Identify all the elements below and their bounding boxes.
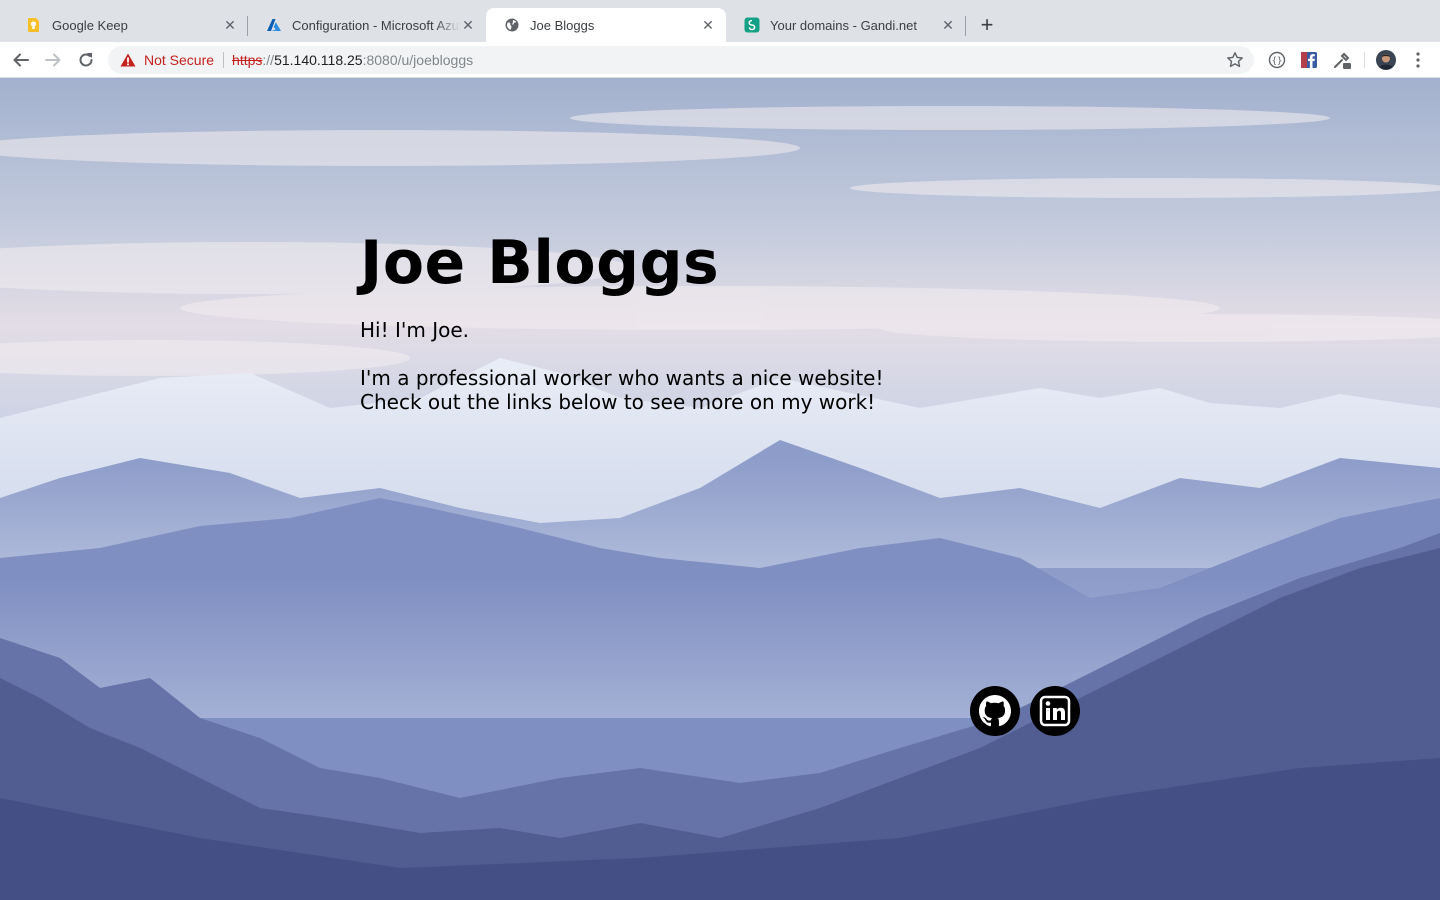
extension-button[interactable] (1332, 50, 1352, 70)
extension-button[interactable] (1299, 50, 1319, 70)
tab-microsoft-azure[interactable]: Configuration - Microsoft Azure ✕ (248, 8, 486, 42)
gandi-icon (744, 17, 760, 33)
github-icon (970, 686, 1020, 736)
url-scheme: https (232, 52, 263, 68)
linkedin-link[interactable] (1030, 686, 1080, 736)
page-title: Joe Bloggs (360, 228, 720, 298)
tab-gandi[interactable]: Your domains - Gandi.net ✕ (726, 8, 966, 42)
globe-icon (505, 18, 519, 32)
google-keep-icon (28, 18, 39, 32)
more-vertical-icon (1416, 52, 1420, 68)
linkedin-icon (1030, 686, 1080, 736)
web-page: Joe Bloggs Hi! I'm Joe. I'm a profession… (0, 78, 1440, 900)
close-tab-icon[interactable]: ✕ (700, 17, 716, 33)
url-host: 51.140.118.25 (274, 52, 363, 68)
profile-avatar-button[interactable] (1376, 50, 1396, 70)
azure-icon (267, 19, 281, 31)
svg-text:{}: {} (1272, 57, 1283, 67)
github-link[interactable] (970, 686, 1020, 736)
close-tab-icon[interactable]: ✕ (460, 17, 476, 33)
url-text: https://51.140.118.25:8080/u/joebloggs (232, 52, 473, 68)
intro-text: Hi! I'm Joe. (360, 318, 470, 342)
code-brackets-icon: {} (1268, 51, 1286, 69)
url-separator: :// (262, 52, 275, 68)
warning-icon (120, 53, 136, 67)
security-indicator[interactable]: Not Secure (120, 52, 214, 68)
address-bar[interactable]: Not Secure https://51.140.118.25:8080/u/… (108, 46, 1254, 74)
reload-icon (79, 53, 93, 67)
facebook-container-icon (1301, 52, 1317, 68)
bio-line: Check out the links below to see more on… (360, 390, 876, 414)
close-tab-icon[interactable]: ✕ (222, 17, 238, 33)
avatar (1376, 50, 1396, 70)
extension-button[interactable]: {} (1267, 50, 1287, 70)
not-secure-label: Not Secure (144, 52, 215, 68)
forward-button[interactable] (41, 48, 65, 72)
mountain-background-image (0, 78, 1440, 900)
toolbar-divider (1364, 52, 1365, 68)
browser-toolbar: Not Secure https://51.140.118.25:8080/u/… (0, 42, 1440, 78)
arrow-right-icon (45, 53, 61, 67)
tab-strip: Google Keep ✕ Configuration - Microsoft … (0, 0, 1440, 42)
bookmark-star-icon[interactable] (1226, 51, 1244, 69)
tab-google-keep[interactable]: Google Keep ✕ (8, 8, 248, 42)
bio-line: I'm a professional worker who wants a ni… (360, 366, 884, 390)
tab-divider (965, 16, 966, 36)
browser-menu-button[interactable] (1408, 50, 1428, 70)
back-button[interactable] (9, 48, 33, 72)
tab-joe-bloggs[interactable]: Joe Bloggs ✕ (486, 8, 726, 42)
bio-text: I'm a professional worker who wants a ni… (360, 366, 884, 414)
close-tab-icon[interactable]: ✕ (940, 17, 956, 33)
omnibox-divider (223, 52, 225, 68)
reload-button[interactable] (74, 48, 98, 72)
url-path: :8080/u/joebloggs (362, 52, 474, 68)
eyedropper-icon (1334, 52, 1351, 69)
new-tab-button[interactable]: + (975, 14, 999, 38)
arrow-left-icon (13, 53, 29, 67)
